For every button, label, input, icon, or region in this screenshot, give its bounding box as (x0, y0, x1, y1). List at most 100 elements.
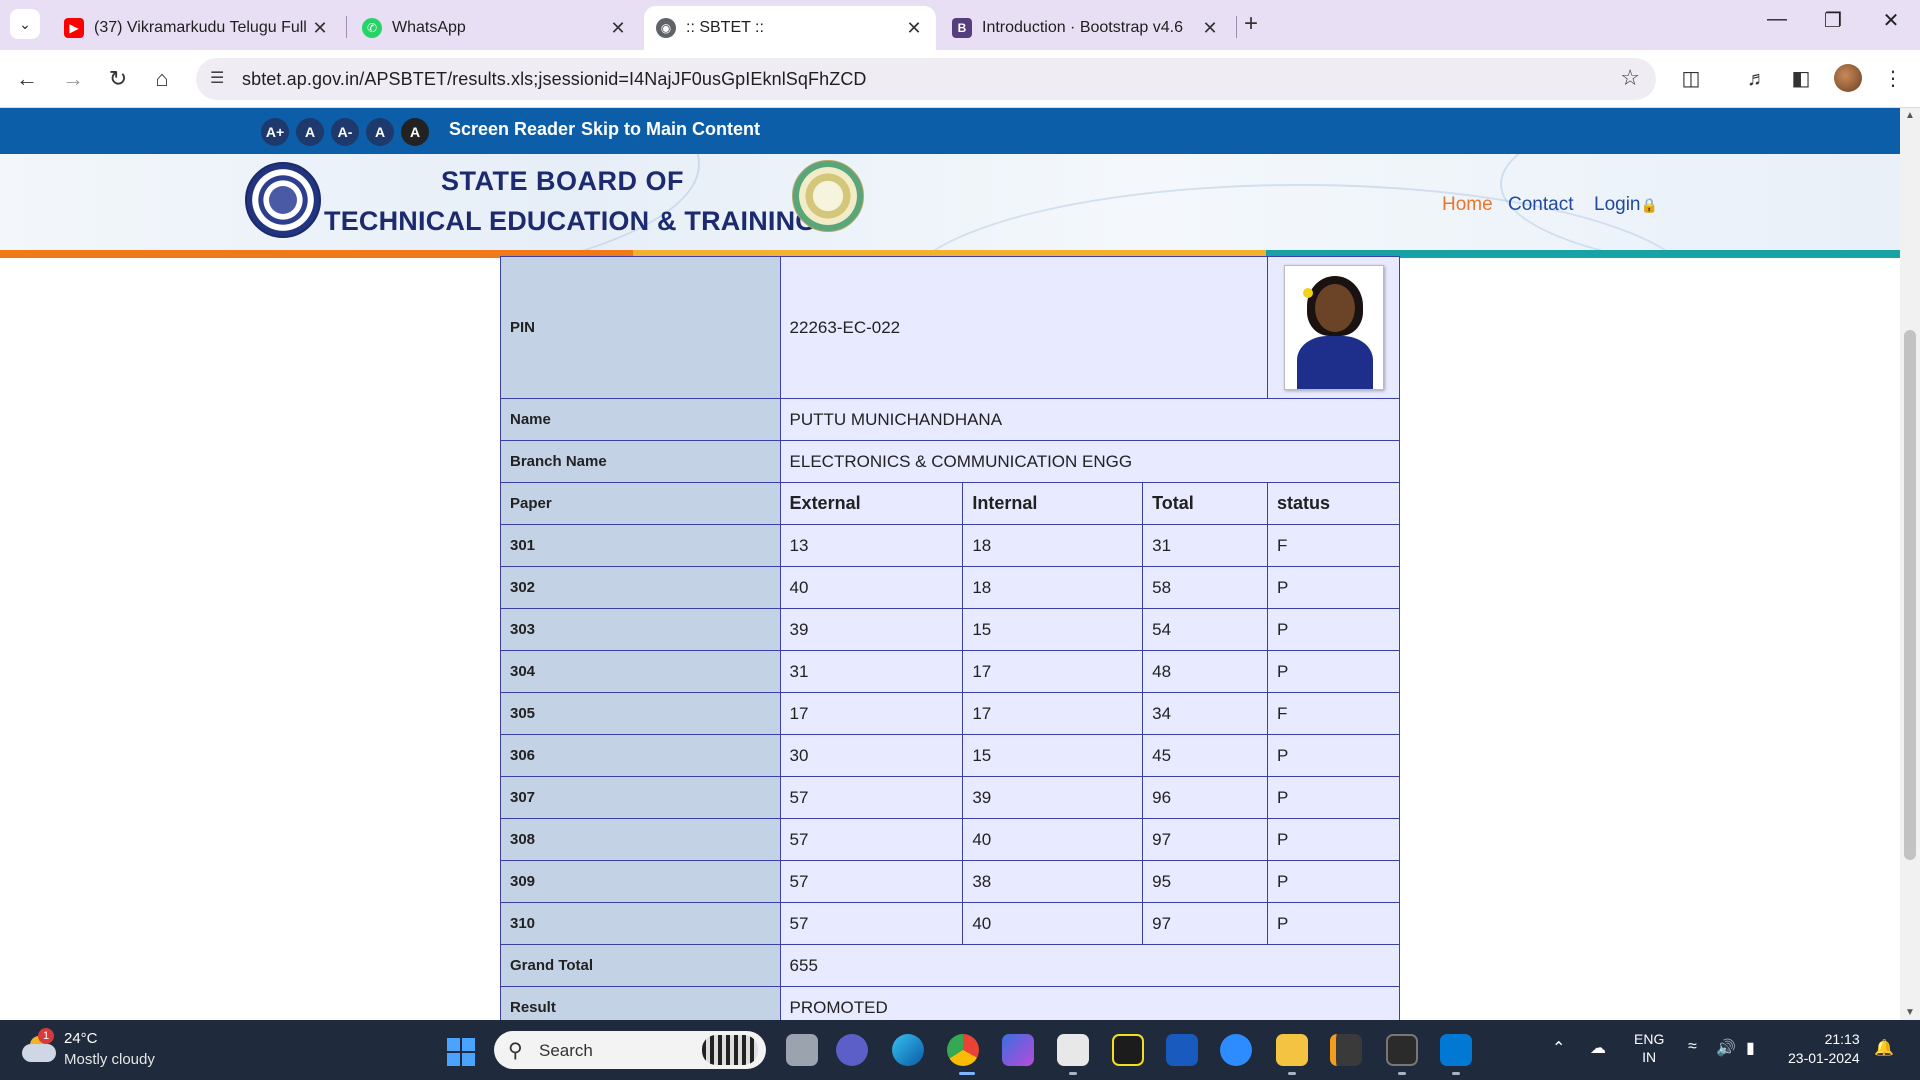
vscode-icon[interactable] (1440, 1034, 1472, 1066)
home-icon[interactable]: ⌂ (147, 64, 177, 94)
notification-bell-icon[interactable]: 🔔 (1874, 1038, 1894, 1058)
tab-sbtet[interactable]: ◉ :: SBTET :: ✕ (644, 6, 936, 50)
marks-header-row: Paper External Internal Total status (500, 482, 1400, 525)
battery-icon[interactable]: ▮ (1746, 1038, 1755, 1058)
table-row: 309 57 38 95 P (500, 860, 1400, 903)
screen-reader-link[interactable]: Screen Reader (449, 119, 575, 140)
light-theme-button[interactable]: A (366, 118, 394, 146)
back-icon[interactable]: ← (12, 64, 42, 94)
scroll-up-arrow-icon[interactable]: ▲ (1900, 110, 1920, 121)
notepad-icon[interactable] (1057, 1034, 1089, 1066)
tab-search-button[interactable]: ⌄ (10, 9, 40, 39)
internal-marks: 17 (962, 650, 1144, 693)
result-table-container: PIN 22263-EC-022 Name PUTTU MUNICHANDHAN… (500, 256, 1401, 1020)
vertical-scrollbar[interactable]: ▲ ▼ (1900, 108, 1920, 1020)
close-icon[interactable]: ✕ (1200, 18, 1220, 39)
font-normal-button[interactable]: A (296, 118, 324, 146)
total-marks: 54 (1142, 608, 1268, 651)
pass-status: F (1267, 692, 1400, 735)
onedrive-cloud-icon[interactable]: ☁ (1590, 1038, 1606, 1058)
external-marks: 57 (779, 902, 964, 945)
close-icon[interactable]: ✕ (310, 18, 330, 39)
pass-status: F (1267, 524, 1400, 567)
branch-value: ELECTRONICS & COMMUNICATION ENGG (779, 440, 1401, 483)
pin-row: PIN 22263-EC-022 (500, 256, 1400, 399)
close-icon[interactable]: ✕ (608, 18, 628, 39)
tab-whatsapp[interactable]: ✆ WhatsApp ✕ (350, 6, 640, 50)
word-icon[interactable] (1166, 1034, 1198, 1066)
table-row: 308 57 40 97 P (500, 818, 1400, 861)
windows-start-icon[interactable] (447, 1038, 475, 1066)
pin-value: 22263-EC-022 (779, 256, 1269, 399)
status-header: status (1267, 482, 1400, 525)
whatsapp-icon: ✆ (362, 18, 382, 38)
zoom-icon[interactable] (1220, 1034, 1252, 1066)
tab-youtube[interactable]: ▶ (37) Vikramarkudu Telugu Full M ✕ (52, 6, 342, 50)
site-info-icon[interactable]: ☰ (210, 68, 224, 88)
reload-icon[interactable]: ↻ (103, 64, 133, 94)
pin-label: PIN (500, 256, 781, 399)
total-marks: 96 (1142, 776, 1268, 819)
volume-icon[interactable]: 🔊 (1716, 1038, 1736, 1058)
internal-marks: 15 (962, 734, 1144, 777)
tab-bootstrap[interactable]: B Introduction · Bootstrap v4.6 ✕ (940, 6, 1232, 50)
close-icon[interactable]: ✕ (904, 18, 924, 39)
name-label: Name (500, 398, 781, 441)
font-increase-button[interactable]: A+ (261, 118, 289, 146)
windows-taskbar: 1 24°C Mostly cloudy ⚲ Search ⌃ ☁ ENG IN… (0, 1020, 1920, 1080)
tab-separator (346, 16, 347, 38)
app-plus-icon[interactable] (1112, 1034, 1144, 1066)
font-decrease-button[interactable]: A- (331, 118, 359, 146)
url-text: sbtet.ap.gov.in/APSBTET/results.xls;jses… (242, 69, 867, 89)
dark-theme-button[interactable]: A (401, 118, 429, 146)
file-explorer-icon[interactable] (1276, 1034, 1308, 1066)
weather-condition[interactable]: Mostly cloudy (64, 1051, 155, 1068)
pass-status: P (1267, 776, 1400, 819)
url-field[interactable]: ☰ sbtet.ap.gov.in/APSBTET/results.xls;js… (196, 58, 1656, 100)
media-control-icon[interactable]: ♬ (1742, 64, 1772, 94)
copilot-icon[interactable] (1002, 1034, 1034, 1066)
sublime-text-icon[interactable] (1330, 1034, 1362, 1066)
edge-icon[interactable] (892, 1034, 924, 1066)
profile-avatar[interactable] (1834, 64, 1862, 92)
side-panel-icon[interactable]: ◧ (1786, 64, 1816, 94)
photo-flower (1302, 288, 1313, 298)
total-marks: 97 (1142, 818, 1268, 861)
terminal-icon[interactable] (1386, 1034, 1418, 1066)
paper-header: Paper (500, 482, 781, 525)
nav-contact-link[interactable]: Contact (1508, 194, 1573, 216)
grand-total-label: Grand Total (500, 944, 781, 987)
window-close-icon[interactable]: ✕ (1876, 8, 1906, 33)
more-menu-icon[interactable]: ⋮ (1878, 64, 1908, 94)
system-clock[interactable]: 21:13 23-01-2024 (1788, 1030, 1860, 1068)
task-view-icon[interactable] (786, 1034, 818, 1066)
taskbar-search-box[interactable]: ⚲ Search (494, 1031, 766, 1069)
extensions-icon[interactable]: ◫ (1676, 64, 1706, 94)
language-indicator[interactable]: ENG IN (1634, 1030, 1664, 1066)
bookmark-star-icon[interactable]: ☆ (1620, 65, 1640, 91)
nav-home-link[interactable]: Home (1442, 194, 1493, 216)
minimize-icon[interactable]: — (1762, 8, 1792, 31)
brand-title-line1: STATE BOARD OF (441, 166, 684, 196)
forward-icon[interactable]: → (58, 64, 88, 94)
nav-login-link[interactable]: Login🔒 (1594, 194, 1658, 216)
grand-total-row: Grand Total 655 (500, 944, 1401, 987)
chrome-icon[interactable] (947, 1034, 979, 1066)
tray-chevron-up-icon[interactable]: ⌃ (1552, 1038, 1565, 1058)
pass-status: P (1267, 902, 1400, 945)
restore-icon[interactable]: ❐ (1818, 8, 1848, 33)
external-marks: 13 (779, 524, 964, 567)
weather-badge: 1 (38, 1028, 54, 1044)
weather-temperature[interactable]: 24°C (64, 1030, 98, 1047)
table-row: 304 31 17 48 P (500, 650, 1400, 693)
skip-to-main-link[interactable]: Skip to Main Content (581, 119, 760, 140)
external-header: External (779, 482, 964, 525)
new-tab-button[interactable]: + (1244, 10, 1258, 38)
teams-chat-icon[interactable] (836, 1034, 868, 1066)
scroll-down-arrow-icon[interactable]: ▼ (1900, 1007, 1920, 1018)
scrollbar-thumb[interactable] (1904, 330, 1916, 860)
wifi-icon[interactable]: ≈ (1688, 1038, 1697, 1056)
clock-time: 21:13 (1824, 1031, 1860, 1047)
total-marks: 31 (1142, 524, 1268, 567)
paper-code: 309 (500, 860, 781, 903)
